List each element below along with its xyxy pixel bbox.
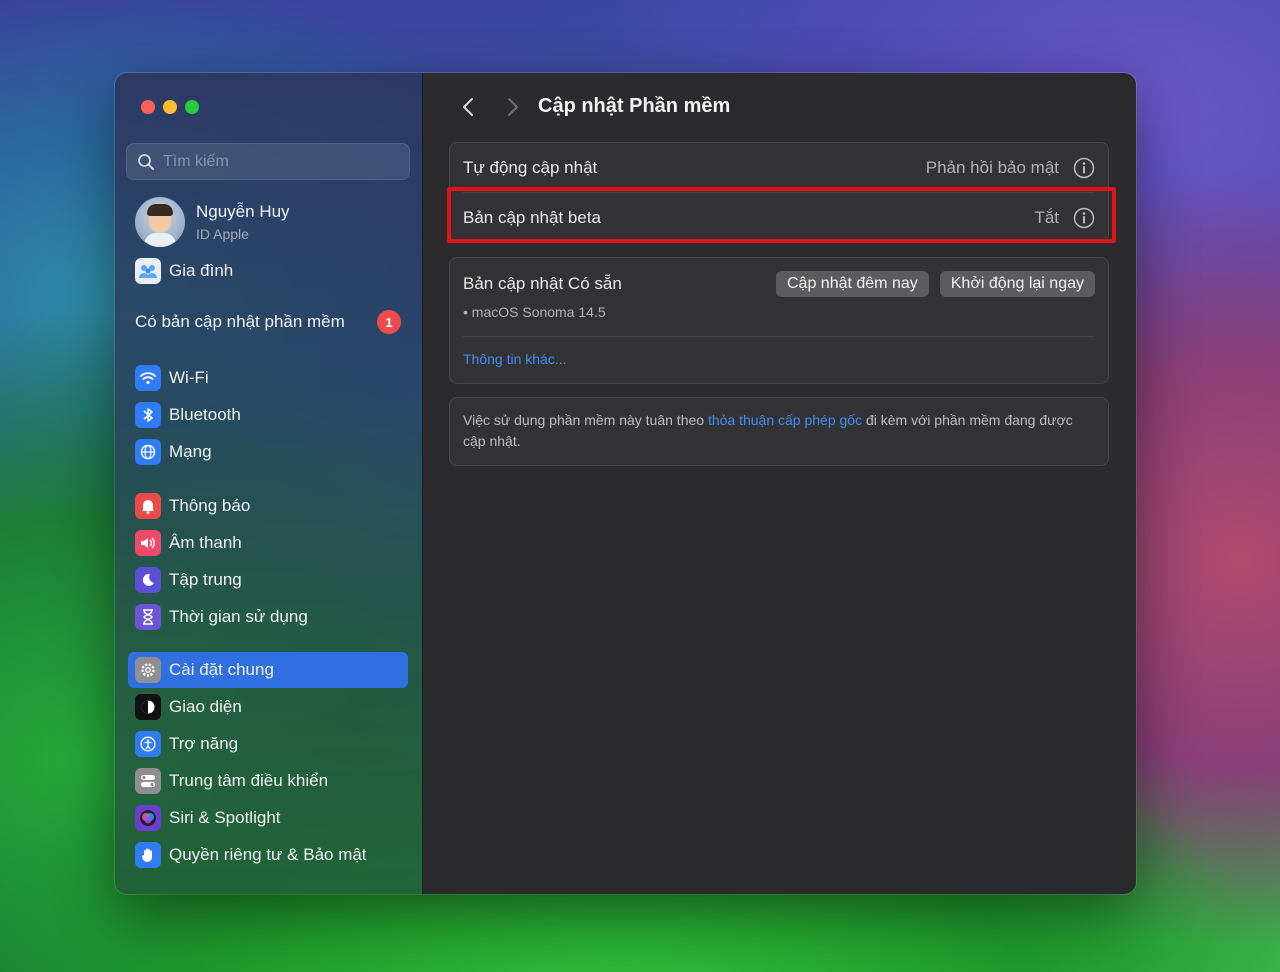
beta-update-value: Tắt — [1034, 208, 1059, 227]
profile-name: Nguyễn Huy — [196, 202, 290, 221]
license-note: Việc sử dụng phần mềm này tuân theo thỏa… — [449, 397, 1109, 466]
sidebar-item-label: Siri & Spotlight — [169, 808, 281, 827]
sidebar-item-moon[interactable]: Tập trung — [128, 562, 408, 598]
search-icon — [138, 153, 154, 170]
license-text-before: Việc sử dụng phần mềm này tuân theo — [463, 412, 708, 428]
control-center-icon — [135, 768, 161, 794]
sidebar-item-speaker[interactable]: Âm thanh — [128, 525, 408, 561]
profile-subtitle: ID Apple — [196, 226, 249, 242]
sidebar-item-hand[interactable]: Quyền riêng tư & Bảo mật — [128, 837, 408, 873]
hourglass-icon — [135, 604, 161, 630]
sidebar-item-siri[interactable]: Siri & Spotlight — [128, 800, 408, 836]
bluetooth-icon — [135, 402, 161, 428]
sidebar-item-family[interactable]: Gia đình — [128, 253, 408, 289]
close-button[interactable] — [141, 100, 155, 114]
forward-button[interactable] — [503, 95, 523, 119]
sidebar-item-label: Quyền riêng tư & Bảo mật — [169, 845, 367, 864]
sidebar-item-label: Thời gian sử dụng — [169, 607, 308, 626]
chevron-right-icon — [508, 98, 518, 116]
sidebar-item-gear[interactable]: Cài đặt chung — [128, 652, 408, 688]
available-updates-card: Bản cập nhật Có sẵn Cập nhật đêm nay Khở… — [449, 257, 1109, 384]
sidebar: Nguyễn Huy ID Apple Gia đình Có bản cập … — [115, 73, 423, 894]
auto-update-label: Tự động cập nhật — [463, 157, 598, 177]
divider — [463, 336, 1095, 337]
sidebar-item-wifi[interactable]: Wi-Fi — [128, 360, 408, 396]
beta-update-row: Bản cập nhật beta Tắt — [450, 193, 1108, 243]
sidebar-item-bell[interactable]: Thông báo — [128, 488, 408, 524]
avatar — [135, 197, 185, 247]
update-notice-label: Có bản cập nhật phần mềm — [135, 312, 345, 331]
sidebar-item-control-center[interactable]: Trung tâm điều khiển — [128, 763, 408, 799]
update-version: • macOS Sonoma 14.5 — [463, 304, 606, 320]
auto-update-row: Tự động cập nhật Phản hồi bảo mật — [450, 143, 1108, 192]
sidebar-item-label: Bluetooth — [169, 405, 241, 424]
globe-icon — [135, 439, 161, 465]
auto-update-value: Phản hồi bảo mật — [925, 157, 1059, 177]
info-icon[interactable] — [1073, 207, 1095, 229]
page-title: Cập nhật Phần mềm — [538, 95, 731, 117]
apple-id-profile[interactable]: Nguyễn Huy ID Apple — [135, 197, 290, 247]
sidebar-item-label: Cài đặt chung — [169, 660, 274, 679]
restart-now-button[interactable]: Khởi động lại ngay — [939, 270, 1095, 297]
sidebar-item-label: Trợ năng — [169, 734, 239, 753]
toolbar: Cập nhật Phần mềm — [423, 73, 1136, 141]
sidebar-item-globe[interactable]: Mạng — [128, 434, 408, 470]
search-field[interactable] — [126, 143, 410, 180]
license-agreement-link[interactable]: thỏa thuận cấp phép gốc — [708, 412, 862, 428]
moon-icon — [135, 567, 161, 593]
sidebar-item-label: Giao diện — [169, 697, 242, 716]
speaker-icon — [135, 530, 161, 556]
more-info-link[interactable]: Thông tin khác... — [450, 351, 1108, 367]
sidebar-item-label: Tập trung — [169, 570, 242, 589]
sidebar-item-bluetooth[interactable]: Bluetooth — [128, 397, 408, 433]
sidebar-item-hourglass[interactable]: Thời gian sử dụng — [128, 599, 408, 635]
settings-window: Nguyễn Huy ID Apple Gia đình Có bản cập … — [115, 73, 1136, 894]
appearance-icon — [135, 694, 161, 720]
family-icon — [135, 258, 161, 284]
zoom-button[interactable] — [185, 100, 199, 114]
wifi-icon — [135, 365, 161, 391]
minimize-button[interactable] — [163, 100, 177, 114]
sidebar-item-label: Trung tâm điều khiển — [169, 771, 329, 790]
window-controls — [141, 100, 199, 114]
available-updates-row: Bản cập nhật Có sẵn Cập nhật đêm nay Khở… — [450, 258, 1108, 309]
chevron-left-icon — [463, 98, 473, 116]
sidebar-item-label: Âm thanh — [169, 533, 242, 552]
update-count-badge: 1 — [377, 310, 401, 334]
bell-icon — [135, 493, 161, 519]
update-settings-card: Tự động cập nhật Phản hồi bảo mật Bản cậ… — [449, 142, 1109, 243]
sidebar-item-label: Thông báo — [169, 496, 251, 515]
siri-icon — [135, 805, 161, 831]
gear-icon — [135, 657, 161, 683]
accessibility-icon — [135, 731, 161, 757]
software-update-notice[interactable]: Có bản cập nhật phần mềm 1 — [135, 310, 401, 334]
sidebar-item-label: Wi-Fi — [169, 368, 209, 387]
available-updates-label: Bản cập nhật Có sẵn — [463, 273, 622, 293]
main-pane: Cập nhật Phần mềm Tự động cập nhật Phản … — [423, 73, 1136, 894]
search-input[interactable] — [163, 152, 383, 171]
info-icon[interactable] — [1073, 157, 1095, 179]
sidebar-item-appearance[interactable]: Giao diện — [128, 689, 408, 725]
sidebar-item-label: Mạng — [169, 442, 212, 461]
beta-update-label: Bản cập nhật beta — [463, 208, 602, 227]
hand-icon — [135, 842, 161, 868]
sidebar-item-accessibility[interactable]: Trợ năng — [128, 726, 408, 762]
sidebar-item-label: Gia đình — [169, 261, 234, 280]
back-button[interactable] — [458, 95, 478, 119]
update-tonight-button[interactable]: Cập nhật đêm nay — [776, 270, 929, 297]
